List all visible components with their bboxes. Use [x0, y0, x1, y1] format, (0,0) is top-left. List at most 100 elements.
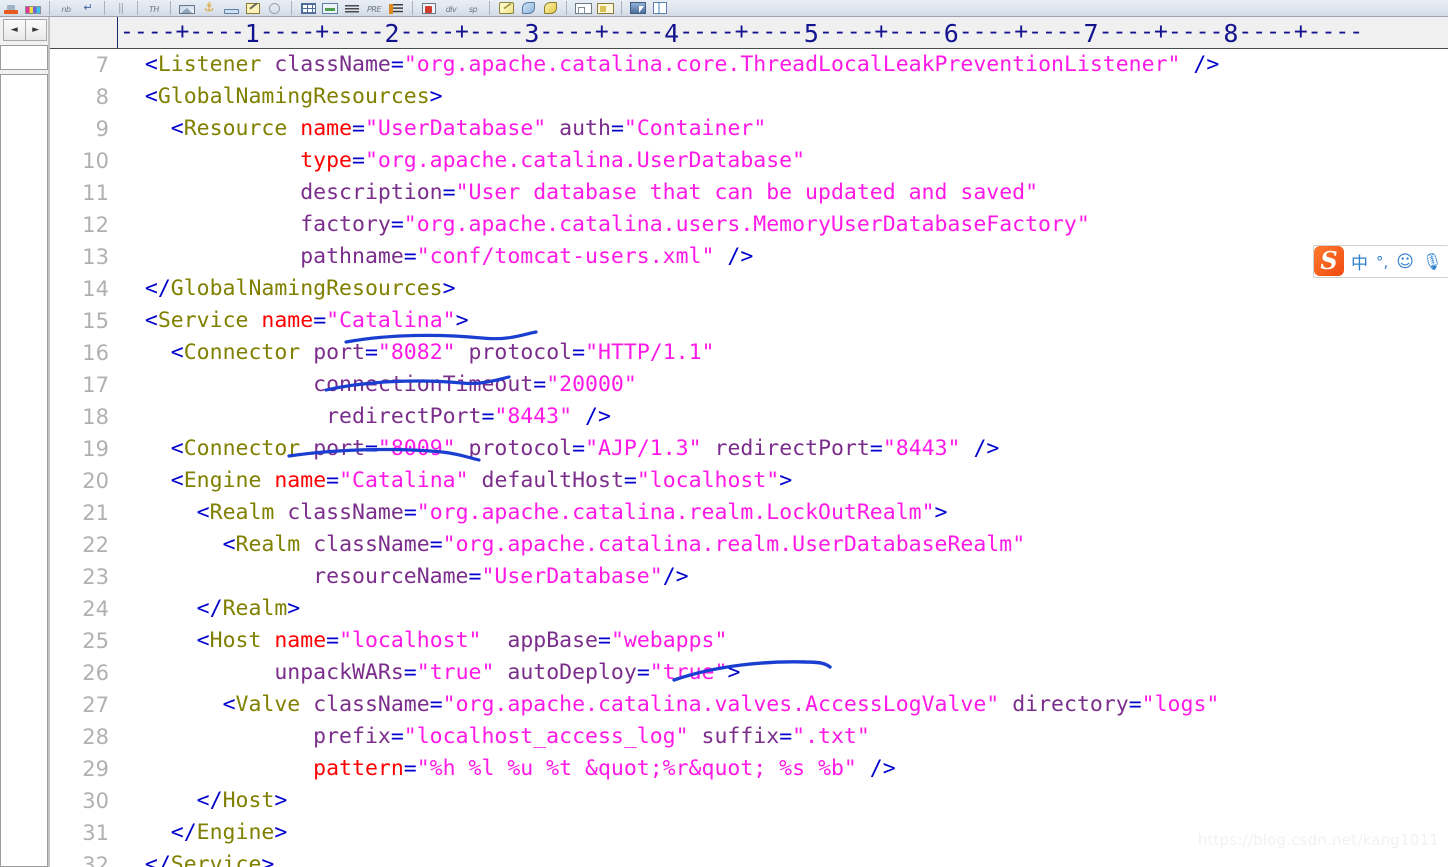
side-panel-top[interactable]	[0, 45, 48, 70]
code-token: <	[144, 308, 158, 333]
edit-note-icon[interactable]	[242, 0, 264, 16]
code-token: "User database that can be updated and s…	[455, 180, 1039, 205]
ruler-tick: +	[1293, 19, 1308, 45]
ruler-dash: -	[888, 19, 903, 45]
code-line[interactable]: connectionTimeout="20000"	[119, 369, 1448, 401]
code-line[interactable]: resourceName="UserDatabase"/>	[119, 561, 1448, 593]
toolbar-group-5[interactable]: ⚓	[176, 0, 286, 16]
code-content[interactable]: <Listener className="org.apache.catalina…	[119, 49, 1448, 867]
code-line[interactable]: factory="org.apache.catalina.users.Memor…	[119, 209, 1448, 241]
ruler-tick: +	[455, 19, 469, 45]
navigator-icon[interactable]	[627, 0, 649, 16]
color-palette-icon[interactable]	[22, 0, 44, 16]
code-line[interactable]: prefix="localhost_access_log" suffix=".t…	[119, 721, 1448, 753]
code-token: >	[429, 84, 443, 109]
code-line[interactable]: <Engine name="Catalina" defaultHost="loc…	[119, 465, 1448, 497]
nav-prev-button[interactable]: ◄	[4, 20, 25, 40]
ruler-dash: -	[441, 19, 456, 45]
code-line[interactable]: </Service>	[119, 849, 1448, 867]
pilcrow-icon[interactable]: ↵	[77, 0, 99, 16]
toolbar-group-7[interactable]: div sp	[418, 0, 484, 16]
span-icon[interactable]: sp	[462, 0, 484, 16]
ime-mode-chinese-button[interactable]: 中	[1344, 249, 1372, 274]
ime-microphone-icon[interactable]: 🎙	[1418, 252, 1446, 271]
nav-next-button[interactable]: ►	[24, 20, 46, 40]
toolbar-group-6[interactable]: PRE	[297, 0, 407, 16]
code-line[interactable]: type="org.apache.catalina.UserDatabase"	[119, 145, 1448, 177]
code-line[interactable]: <Service name="Catalina">	[119, 305, 1448, 337]
stamp-icon[interactable]	[0, 0, 22, 16]
toolbar-group-4[interactable]: TH	[143, 0, 165, 16]
table-heading-icon[interactable]: TH	[143, 0, 165, 16]
insert-field-icon[interactable]	[594, 0, 616, 16]
navigation-arrows[interactable]: ◄ ►	[3, 19, 47, 41]
text-box-icon[interactable]	[220, 0, 242, 16]
code-line[interactable]: <GlobalNamingResources>	[119, 81, 1448, 113]
code-editor[interactable]: 7 8 9 10 11 12 13 14 15 16 17 18 19 20 21 22 23 24 25 26 27 2…	[50, 49, 1448, 867]
horizontal-ruler[interactable]: - - - - + - - - -1- - - - + - - - -2- - - - + - - - -3- - - - + - - - -4…	[50, 17, 1448, 49]
code-line[interactable]: redirectPort="8443" />	[119, 401, 1448, 433]
align-lines-icon[interactable]	[341, 0, 363, 16]
main-toolbar[interactable]: nb ↵ ‖ TH ⚓ PRE div sp	[0, 0, 1448, 17]
code-line[interactable]: <Realm className="org.apache.catalina.re…	[119, 497, 1448, 529]
line-number: 18	[82, 405, 109, 429]
yellow-blob-icon[interactable]	[539, 0, 561, 16]
pre-icon[interactable]: PRE	[363, 0, 385, 16]
toolbar-group-2[interactable]: nb ↵	[55, 0, 99, 16]
sogou-logo-icon[interactable]: S	[1314, 246, 1344, 276]
code-line[interactable]: <Listener className="org.apache.catalina…	[119, 49, 1448, 81]
insert-table-icon[interactable]	[297, 0, 319, 16]
insert-card-icon[interactable]	[572, 0, 594, 16]
code-token: >	[274, 788, 288, 813]
code-line[interactable]: <Connector port="8082" protocol="HTTP/1.…	[119, 337, 1448, 369]
toolbar-group-3[interactable]: ‖	[110, 0, 132, 16]
code-token: <	[170, 436, 184, 461]
div-icon[interactable]: div	[440, 0, 462, 16]
anchor-icon[interactable]: ⚓	[198, 0, 220, 16]
no-icon[interactable]: nb	[55, 0, 77, 16]
pdf-export-icon[interactable]	[418, 0, 440, 16]
code-line[interactable]: <Realm className="org.apache.catalina.re…	[119, 529, 1448, 561]
code-line[interactable]: </Realm>	[119, 593, 1448, 625]
window-icon[interactable]	[319, 0, 341, 16]
clock-icon[interactable]	[264, 0, 286, 16]
ruler-dash: -	[1195, 19, 1210, 45]
code-line[interactable]: <Resource name="UserDatabase" auth="Cont…	[119, 113, 1448, 145]
code-line[interactable]: </Host>	[119, 785, 1448, 817]
code-token: "Catalina"	[326, 308, 456, 333]
ruler-tick: +	[175, 19, 190, 45]
code-token: </	[144, 276, 171, 301]
ruler-dash: -	[1098, 19, 1113, 45]
highlighter-icon[interactable]	[495, 0, 517, 16]
toolbar-group-9[interactable]	[572, 0, 616, 16]
code-line[interactable]: pathname="conf/tomcat-users.xml" />	[119, 241, 1448, 273]
toolbar-group-10[interactable]	[627, 0, 671, 16]
code-line[interactable]: description="User database that can be u…	[119, 177, 1448, 209]
code-token: GlobalNamingResources	[157, 84, 430, 109]
code-line[interactable]: unpackWARs="true" autoDeploy="true">	[119, 657, 1448, 689]
book-icon[interactable]	[649, 0, 671, 16]
code-token: description	[300, 180, 443, 205]
numbered-list-icon[interactable]	[385, 0, 407, 16]
ime-emoji-icon[interactable]: ☺	[1392, 252, 1418, 272]
ruler-track[interactable]: - - - - + - - - -1- - - - + - - - -2- - - - + - - - -3- - - - + - - - -4…	[119, 17, 1448, 48]
ime-punctuation-button[interactable]: °,	[1372, 253, 1392, 271]
ime-floating-toolbar[interactable]: S 中 °, ☺ 🎙	[1313, 245, 1448, 278]
blue-blob-icon[interactable]	[517, 0, 539, 16]
toolbar-group-1[interactable]	[0, 0, 44, 16]
code-line[interactable]: <Valve className="org.apache.catalina.va…	[119, 689, 1448, 721]
code-line[interactable]: </GlobalNamingResources>	[119, 273, 1448, 305]
code-line[interactable]: pattern="%h %l %u %t &quot;%r&quot; %s %…	[119, 753, 1448, 785]
toolbar-group-8[interactable]	[495, 0, 561, 16]
ruler-mark-4: 4	[664, 19, 680, 48]
paragraph-mark-icon[interactable]: ‖	[110, 0, 132, 16]
code-line[interactable]: <Connector port="8009" protocol="AJP/1.3…	[119, 433, 1448, 465]
side-panel-main[interactable]	[0, 74, 48, 867]
ruler-dash: -	[1181, 19, 1196, 45]
image-icon[interactable]	[176, 0, 198, 16]
code-token: "localhost"	[339, 628, 482, 653]
code-line[interactable]: <Host name="localhost" appBase="webapps"	[119, 625, 1448, 657]
